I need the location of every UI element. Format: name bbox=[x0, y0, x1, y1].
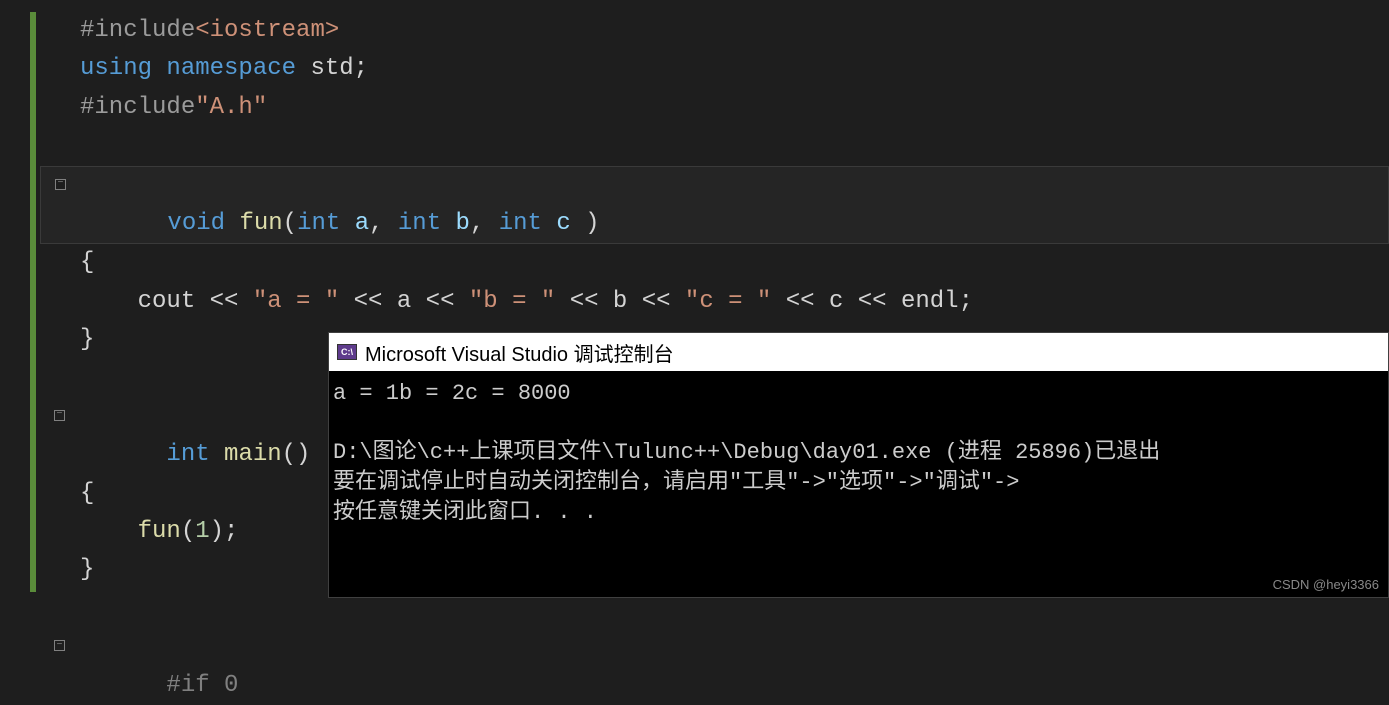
identifier: std bbox=[310, 55, 353, 82]
keyword-int: int bbox=[166, 441, 209, 468]
fold-toggle-icon[interactable]: − bbox=[55, 179, 66, 190]
code-line[interactable]: { bbox=[40, 244, 1389, 282]
console-titlebar[interactable]: C:\ Microsoft Visual Studio 调试控制台 bbox=[329, 333, 1388, 371]
blank-line[interactable] bbox=[40, 127, 1389, 165]
preprocessor-if: #if bbox=[166, 672, 209, 699]
code-line-current[interactable]: −void fun(int a, int b, int c ) bbox=[40, 166, 1389, 245]
preprocessor: #include bbox=[80, 17, 195, 44]
change-indicator-bar bbox=[30, 12, 36, 592]
keyword-using: using bbox=[80, 55, 152, 82]
function-main: main bbox=[224, 441, 282, 468]
console-icon: C:\ bbox=[337, 344, 357, 360]
code-line[interactable]: #include<iostream> bbox=[40, 12, 1389, 50]
console-line: a = 1b = 2c = 8000 bbox=[333, 381, 571, 406]
debug-console-window[interactable]: C:\ Microsoft Visual Studio 调试控制台 a = 1b… bbox=[328, 332, 1389, 598]
console-title: Microsoft Visual Studio 调试控制台 bbox=[365, 338, 674, 367]
watermark: CSDN @heyi3366 bbox=[1273, 577, 1379, 592]
fold-toggle-icon[interactable]: − bbox=[54, 640, 65, 651]
console-line: D:\图论\c++上课项目文件\Tulunc++\Debug\day01.exe… bbox=[333, 440, 1160, 465]
console-line: 按任意键关闭此窗口. . . bbox=[333, 500, 597, 525]
fold-toggle-icon[interactable]: − bbox=[54, 410, 65, 421]
keyword-namespace: namespace bbox=[166, 55, 296, 82]
preprocessor: #include bbox=[80, 94, 195, 121]
code-line[interactable]: −#if 0 bbox=[40, 628, 1389, 705]
function-name: fun bbox=[239, 210, 282, 237]
include-file: "A.h" bbox=[195, 94, 267, 121]
keyword-void: void bbox=[167, 210, 225, 237]
code-line[interactable]: #include"A.h" bbox=[40, 89, 1389, 127]
code-line[interactable]: using namespace std; bbox=[40, 50, 1389, 88]
console-output[interactable]: a = 1b = 2c = 8000 D:\图论\c++上课项目文件\Tulun… bbox=[329, 371, 1388, 535]
include-file: <iostream> bbox=[195, 17, 339, 44]
code-line[interactable]: cout << "a = " << a << "b = " << b << "c… bbox=[40, 283, 1389, 321]
console-line: 要在调试停止时自动关闭控制台，请启用"工具"->"选项"->"调试"-> bbox=[333, 470, 1019, 495]
